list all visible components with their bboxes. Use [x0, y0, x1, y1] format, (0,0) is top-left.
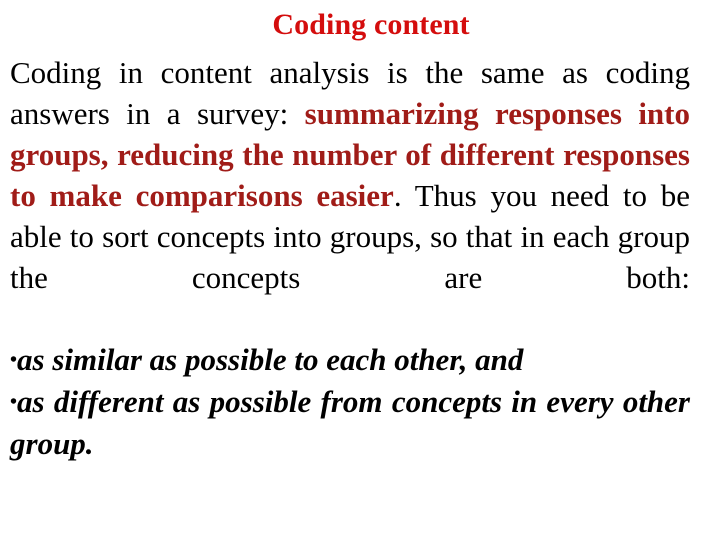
list-item: •as similar as possible to each other, a… — [10, 339, 690, 381]
list-item-label: as different as possible from concepts i… — [10, 384, 690, 461]
bullet-list: •as similar as possible to each other, a… — [10, 339, 690, 505]
bullet-dot-icon: • — [10, 391, 18, 413]
body-paragraph: Coding in content analysis is the same a… — [10, 52, 690, 339]
list-item-label: as similar as possible to each other, an… — [17, 342, 524, 377]
page-title: Coding content — [272, 8, 470, 41]
bullet-dot-icon: • — [10, 349, 18, 371]
slide-body: Coding in content analysis is the same a… — [10, 52, 690, 505]
list-item: •as different as possible from concepts … — [10, 381, 690, 505]
slide-canvas: Coding content Coding in content analysi… — [0, 0, 720, 540]
